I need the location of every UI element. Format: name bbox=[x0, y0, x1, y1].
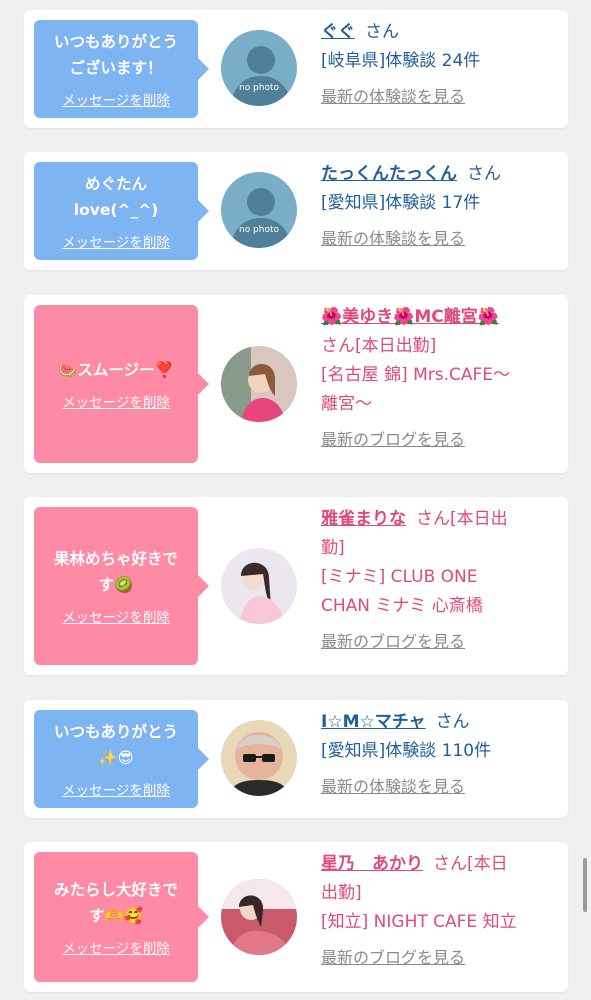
user-detail: [ミナミ] CLUB ONE CHAN ミナミ 心斎橋 bbox=[321, 567, 483, 616]
delete-message-link[interactable]: メッセージを削除 bbox=[62, 231, 170, 251]
delete-message-link[interactable]: メッセージを削除 bbox=[62, 89, 170, 109]
delete-message-link[interactable]: メッセージを削除 bbox=[62, 391, 170, 411]
user-info: たっくんたっくん さん [愛知県]体験談 17件 最新の体験談を見る bbox=[321, 160, 556, 253]
user-photo-icon bbox=[221, 720, 297, 796]
delete-message-link[interactable]: メッセージを削除 bbox=[62, 937, 170, 957]
scrollbar[interactable] bbox=[583, 858, 587, 912]
user-photo-icon bbox=[221, 548, 297, 624]
user-name-link[interactable]: ぐぐ bbox=[321, 22, 355, 42]
message-text: いつもありがとう ✨😎 bbox=[53, 723, 178, 767]
message-card: いつもありがとう ✨😎 メッセージを削除 I☆M☆マチャ さん [愛知県]体験談 … bbox=[24, 700, 568, 818]
avatar[interactable] bbox=[221, 879, 297, 955]
user-photo-icon bbox=[221, 879, 297, 955]
honorific: さん bbox=[467, 164, 501, 184]
view-latest-link[interactable]: 最新の体験談を見る bbox=[321, 82, 556, 111]
user-name-link[interactable]: 雅雀まりな bbox=[321, 509, 406, 529]
message-text: めぐたん love(^_^) bbox=[73, 175, 159, 219]
message-card: いつもありがとう ございます！ メッセージを削除 no photo ぐぐ さん [… bbox=[24, 10, 568, 128]
delete-message-link[interactable]: メッセージを削除 bbox=[62, 606, 170, 626]
view-latest-link[interactable]: 最新の体験談を見る bbox=[321, 224, 556, 253]
delete-message-link[interactable]: メッセージを削除 bbox=[62, 779, 170, 799]
user-info: 星乃 あかり さん[本日 出勤] [知立] NIGHT CAFE 知立 最新のブロ… bbox=[321, 850, 556, 972]
view-latest-link[interactable]: 最新のブログを見る bbox=[321, 425, 556, 454]
avatar[interactable]: no photo bbox=[221, 172, 297, 248]
honorific: さん[本日出勤] bbox=[321, 336, 437, 356]
avatar[interactable] bbox=[221, 548, 297, 624]
message-bubble: 🍉スムージー❣️ メッセージを削除 bbox=[34, 305, 209, 463]
message-text: 🍉スムージー❣️ bbox=[58, 361, 174, 379]
avatar-caption: no photo bbox=[239, 225, 280, 235]
user-detail: [知立] NIGHT CAFE 知立 bbox=[321, 912, 517, 932]
user-info: 🌺美ゆき🌺MC離宮🌺 さん[本日出勤] [名古屋 錦] Mrs.CAFE〜 離宮… bbox=[321, 303, 556, 454]
user-detail: [愛知県]体験談 110件 bbox=[321, 741, 492, 761]
avatar[interactable] bbox=[221, 720, 297, 796]
view-latest-link[interactable]: 最新のブログを見る bbox=[321, 943, 556, 972]
avatar[interactable]: no photo bbox=[221, 30, 297, 106]
message-card: 果林めちゃ好きで す🥝 メッセージを削除 雅雀まりな さん[本日出 勤] [ミナミ… bbox=[24, 497, 568, 675]
honorific: さん bbox=[435, 712, 470, 732]
message-card: みたらし大好きで す🫶🥰 メッセージを削除 星乃 あかり さん[本日 出勤] [知… bbox=[24, 842, 568, 992]
user-name-link[interactable]: 星乃 あかり bbox=[321, 854, 423, 874]
user-name-link[interactable]: I☆M☆マチャ bbox=[321, 712, 426, 732]
message-bubble: いつもありがとう ✨😎 メッセージを削除 bbox=[34, 710, 209, 808]
user-photo-icon bbox=[221, 346, 297, 422]
message-list: いつもありがとう ございます！ メッセージを削除 no photo ぐぐ さん [… bbox=[0, 0, 591, 1000]
user-info: ぐぐ さん [岐阜県]体験談 24件 最新の体験談を見る bbox=[321, 18, 556, 111]
message-card: めぐたん love(^_^) メッセージを削除 no photo たっくんたっく… bbox=[24, 152, 568, 270]
no-photo-avatar-icon: no photo bbox=[221, 30, 297, 106]
view-latest-link[interactable]: 最新の体験談を見る bbox=[321, 772, 556, 801]
user-detail: [愛知県]体験談 17件 bbox=[321, 193, 481, 213]
avatar-caption: no photo bbox=[239, 83, 280, 93]
no-photo-avatar-icon: no photo bbox=[221, 172, 297, 248]
user-name-link[interactable]: 🌺美ゆき🌺MC離宮🌺 bbox=[321, 307, 499, 327]
message-bubble: みたらし大好きで す🫶🥰 メッセージを削除 bbox=[34, 852, 209, 982]
user-info: I☆M☆マチャ さん [愛知県]体験談 110件 最新の体験談を見る bbox=[321, 708, 556, 801]
message-card: 🍉スムージー❣️ メッセージを削除 🌺美ゆき🌺MC離宮🌺 さん[本日出勤] [名… bbox=[24, 295, 568, 473]
honorific: さん bbox=[365, 22, 399, 42]
avatar[interactable] bbox=[221, 346, 297, 422]
message-bubble: いつもありがとう ございます！ メッセージを削除 bbox=[34, 20, 209, 118]
user-detail: [名古屋 錦] Mrs.CAFE〜 離宮〜 bbox=[321, 365, 511, 414]
user-detail: [岐阜県]体験談 24件 bbox=[321, 51, 481, 71]
message-text: いつもありがとう ございます！ bbox=[53, 33, 178, 77]
message-bubble: 果林めちゃ好きで す🥝 メッセージを削除 bbox=[34, 507, 209, 665]
user-info: 雅雀まりな さん[本日出 勤] [ミナミ] CLUB ONE CHAN ミナミ 心… bbox=[321, 505, 556, 656]
message-text: みたらし大好きで す🫶🥰 bbox=[53, 881, 178, 925]
message-text: 果林めちゃ好きで す🥝 bbox=[53, 550, 178, 594]
view-latest-link[interactable]: 最新のブログを見る bbox=[321, 627, 556, 656]
message-bubble: めぐたん love(^_^) メッセージを削除 bbox=[34, 162, 209, 260]
user-name-link[interactable]: たっくんたっくん bbox=[321, 164, 457, 184]
